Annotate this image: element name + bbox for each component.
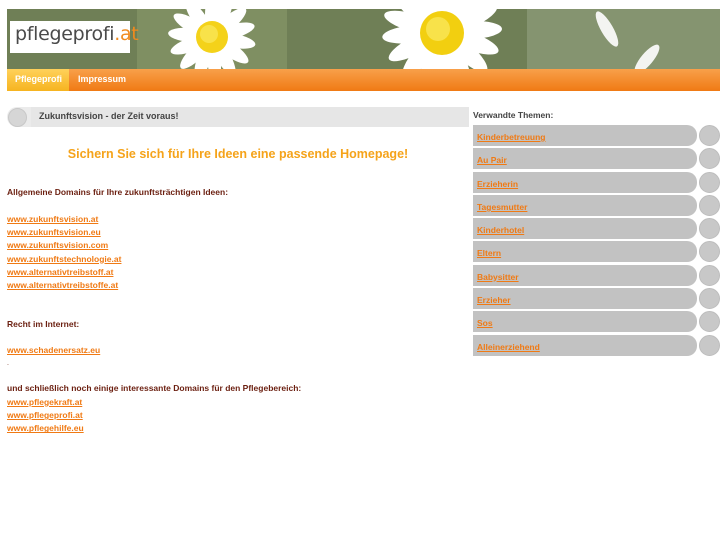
domain-link[interactable]: www.alternativtreibstoff.at — [7, 267, 113, 277]
list-item: www.pflegekraft.at — [7, 394, 84, 407]
sidebar-pill: Kinderhotel — [473, 218, 697, 240]
list-item: www.alternativtreibstoffe.at — [7, 277, 121, 290]
circle-bullet-icon — [699, 218, 720, 240]
sidebar-item: Erzieher — [473, 288, 721, 311]
list-item: www.pflegeprofi.at — [7, 407, 84, 420]
circle-bullet-icon — [699, 194, 720, 216]
domain-link-list: www.zukunftsvision.at www.zukunftsvision… — [7, 211, 121, 290]
sidebar-link[interactable]: Eltern — [477, 248, 501, 258]
sidebar-item: Kinderbetreuung — [473, 125, 721, 148]
logo-tld: .at — [114, 23, 139, 45]
circle-bullet-icon — [699, 334, 720, 356]
list-item: www.zukunftsvision.eu — [7, 224, 121, 237]
sidebar-link[interactable]: Au Pair — [477, 155, 507, 165]
list-item: www.alternativtreibstoff.at — [7, 264, 121, 277]
circle-bullet-icon — [699, 171, 720, 193]
sidebar-pill: Babysitter — [473, 264, 697, 286]
logo-text: pflegeprofi — [15, 23, 115, 45]
header-banner: pflegeprofi.at — [7, 9, 720, 69]
domain-link[interactable]: www.pflegehilfe.eu — [7, 423, 84, 433]
sidebar-item: Babysitter — [473, 264, 721, 288]
domain-link[interactable]: www.alternativtreibstoffe.at — [7, 280, 118, 290]
page-title: Zukunftsvision - der Zeit voraus! — [31, 107, 469, 127]
circle-bullet-icon — [699, 288, 720, 310]
list-item: www.schadenersatz.eu — [7, 342, 100, 355]
page-heading-bar: Zukunftsvision - der Zeit voraus! — [7, 107, 469, 127]
sidebar-pill: Erzieherin — [473, 171, 697, 193]
sidebar-item: Tagesmutter — [473, 194, 721, 218]
domain-link[interactable]: www.pflegekraft.at — [7, 397, 82, 407]
list-item: www.zukunftsvision.at — [7, 211, 121, 224]
sidebar-link[interactable]: Alleinerziehend — [477, 342, 540, 352]
sidebar-link[interactable]: Erzieher — [477, 295, 511, 305]
domain-link[interactable]: www.pflegeprofi.at — [7, 410, 83, 420]
sidebar-link[interactable]: Kinderhotel — [477, 225, 524, 235]
sidebar-item: Alleinerziehend — [473, 334, 721, 358]
list-item: www.zukunftstechnologie.at — [7, 251, 121, 264]
domain-link[interactable]: www.zukunftstechnologie.at — [7, 254, 121, 264]
circle-bullet-icon — [699, 241, 720, 263]
main-nav: Pflegeprofi Impressum — [7, 69, 720, 91]
sidebar-link[interactable]: Babysitter — [477, 272, 519, 282]
heading-bullet-icon — [8, 108, 27, 127]
nav-item-impressum[interactable]: Impressum — [70, 69, 134, 91]
slogan: Sichern Sie sich für Ihre Ideen eine pas… — [67, 147, 409, 161]
sidebar-item: Eltern — [473, 241, 721, 264]
circle-bullet-icon — [699, 264, 720, 286]
recht-link-list: www.schadenersatz.eu — [7, 342, 100, 355]
pflege-link-list: www.pflegekraft.at www.pflegeprofi.at ww… — [7, 394, 84, 434]
circle-bullet-icon — [699, 148, 720, 170]
sidebar-item: Erzieherin — [473, 171, 721, 195]
sidebar-item: Sos — [473, 311, 721, 334]
sidebar-link[interactable]: Tagesmutter — [477, 202, 527, 212]
separator-dot: . — [7, 360, 9, 367]
sidebar-title: Verwandte Themen: — [473, 110, 554, 120]
circle-bullet-icon — [699, 125, 720, 146]
sidebar-pill: Erzieher — [473, 288, 697, 310]
sidebar-link[interactable]: Erzieherin — [477, 179, 518, 189]
domain-link[interactable]: www.zukunftsvision.com — [7, 240, 108, 250]
sidebar-item: Au Pair — [473, 148, 721, 171]
related-topics-sidebar: Verwandte Themen: Kinderbetreuung Au Pai… — [473, 109, 721, 358]
sidebar-link[interactable]: Sos — [477, 318, 493, 328]
domain-link[interactable]: www.zukunftsvision.at — [7, 214, 98, 224]
domain-link[interactable]: www.zukunftsvision.eu — [7, 227, 101, 237]
sidebar-link[interactable]: Kinderbetreuung — [477, 132, 545, 142]
domain-link[interactable]: www.schadenersatz.eu — [7, 345, 100, 355]
list-item: www.pflegehilfe.eu — [7, 420, 84, 433]
site-logo[interactable]: pflegeprofi.at — [10, 21, 139, 53]
circle-bullet-icon — [699, 311, 720, 333]
list-item: www.zukunftsvision.com — [7, 237, 121, 250]
nav-item-pflegeprofi[interactable]: Pflegeprofi — [7, 69, 69, 91]
section-label-pflege: und schließlich noch einige interessante… — [7, 383, 302, 393]
sidebar-pill: Alleinerziehend — [473, 334, 697, 356]
section-label-domains: Allgemeine Domains für Ihre zukunftsträc… — [7, 187, 229, 197]
section-label-recht: Recht im Internet: — [7, 319, 80, 329]
sidebar-pill: Au Pair — [473, 148, 697, 170]
sidebar-pill: Kinderbetreuung — [473, 125, 697, 146]
sidebar-pill: Sos — [473, 311, 697, 333]
sidebar-pill: Eltern — [473, 241, 697, 263]
sidebar-pill: Tagesmutter — [473, 194, 697, 216]
sidebar-item: Kinderhotel — [473, 218, 721, 241]
